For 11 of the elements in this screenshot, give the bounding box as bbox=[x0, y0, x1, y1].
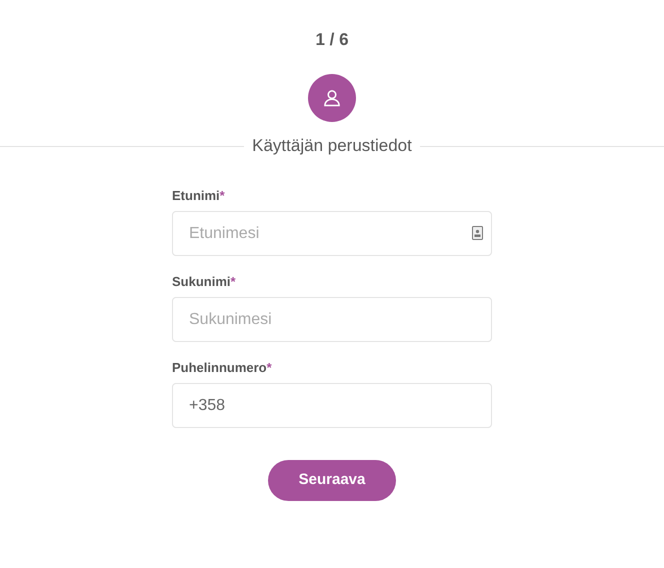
text-field[interactable]: Sukunimesi bbox=[172, 297, 492, 342]
text-field[interactable]: +358 bbox=[172, 383, 492, 428]
field-label: Sukunimi* bbox=[172, 274, 237, 290]
section-title: Käyttäjän perustiedot bbox=[251, 135, 413, 157]
field-label: Puhelinnumero* bbox=[172, 360, 273, 376]
text-field[interactable]: Etunimesi bbox=[172, 211, 492, 256]
contact-card-icon[interactable] bbox=[472, 226, 483, 240]
step-counter: 1 / 6 bbox=[315, 30, 349, 50]
field-label: Etunimi* bbox=[172, 188, 226, 204]
next-button[interactable]: Seuraava bbox=[268, 460, 396, 501]
user-badge-icon bbox=[308, 74, 356, 122]
